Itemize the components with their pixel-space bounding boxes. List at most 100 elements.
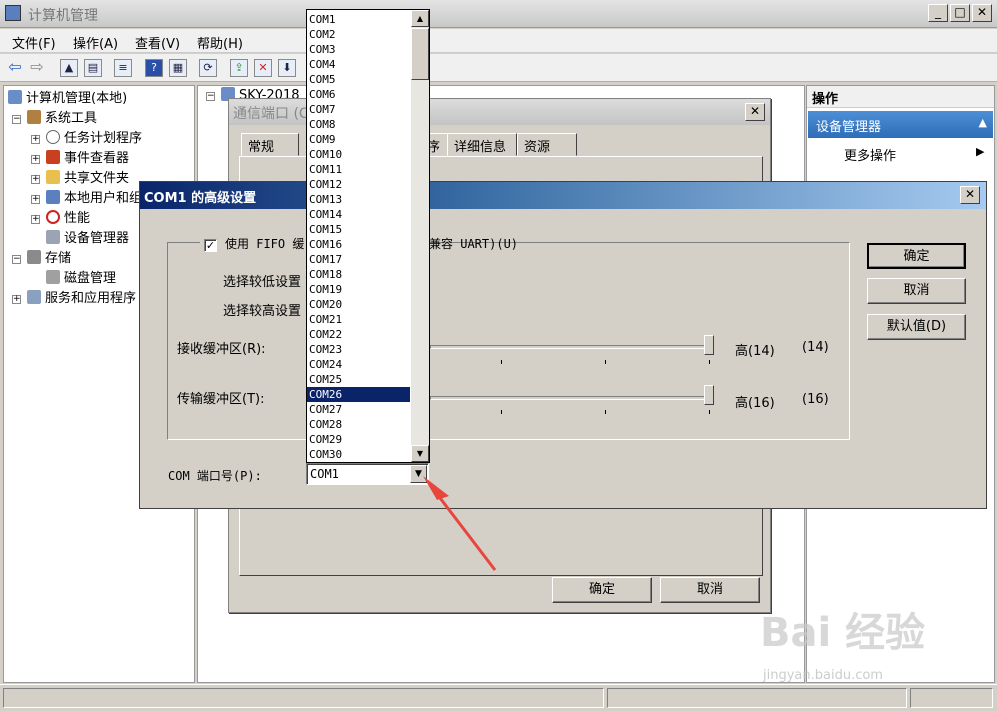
fifo-checkbox[interactable]: ✓ — [204, 239, 217, 252]
expand-icon[interactable]: + — [31, 195, 40, 204]
com-port-option[interactable]: COM10 — [307, 147, 410, 162]
adv-close-button[interactable]: ✕ — [960, 186, 980, 204]
baidu-watermark-logo: Bai 经验 — [760, 610, 926, 656]
com-port-option[interactable]: COM27 — [307, 402, 410, 417]
properties-icon[interactable]: ▦ — [169, 59, 187, 77]
dropdown-scrollbar[interactable]: ▲ ▼ — [411, 10, 429, 462]
com-port-option[interactable]: COM28 — [307, 417, 410, 432]
com-port-option[interactable]: COM20 — [307, 297, 410, 312]
tab-general[interactable]: 常规 — [241, 133, 299, 156]
transmit-buffer-tick — [605, 410, 606, 414]
menu-file[interactable]: 文件(F) — [12, 33, 56, 52]
com-port-option[interactable]: COM14 — [307, 207, 410, 222]
adv-ok-button[interactable]: 确定 — [867, 243, 966, 269]
tab-resources[interactable]: 资源 — [517, 133, 577, 156]
fifo-label-tail: 兼容 UART)(U) — [429, 237, 519, 251]
tree-item-device-manager[interactable]: 设备管理器 — [46, 227, 129, 246]
menu-help[interactable]: 帮助(H) — [197, 33, 243, 52]
forward-icon[interactable]: ⇨ — [28, 59, 46, 77]
com-port-option[interactable]: COM30 — [307, 447, 410, 462]
restore-defaults-button[interactable]: 默认值(D) — [867, 314, 966, 340]
tree-item-performance[interactable]: + 性能 — [31, 207, 90, 226]
tab-details[interactable]: 详细信息 — [447, 133, 517, 156]
tree-item-event-viewer[interactable]: + 事件查看器 — [31, 147, 129, 166]
com-port-option[interactable]: COM4 — [307, 57, 410, 72]
tree-item-shared-folders[interactable]: + 共享文件夹 — [31, 167, 129, 186]
collapse-icon[interactable]: − — [12, 115, 21, 124]
com-port-option[interactable]: COM25 — [307, 372, 410, 387]
tree-root[interactable]: 计算机管理(本地) — [8, 87, 127, 106]
collapse-icon[interactable]: − — [12, 255, 21, 264]
menu-action[interactable]: 操作(A) — [73, 33, 118, 52]
scroll-up-icon[interactable]: ▲ — [411, 10, 429, 27]
scan-hardware-icon[interactable]: ⟳ — [199, 59, 217, 77]
update-driver-icon[interactable]: ⇪ — [230, 59, 248, 77]
more-actions-link[interactable]: 更多操作 ▶ — [844, 145, 984, 164]
up-folder-icon[interactable]: ▲ — [60, 59, 78, 77]
minimize-button[interactable]: _ — [928, 4, 948, 22]
com-port-option[interactable]: COM15 — [307, 222, 410, 237]
com-port-option[interactable]: COM18 — [307, 267, 410, 282]
adv-cancel-button[interactable]: 取消 — [867, 278, 966, 304]
com-port-option[interactable]: COM2 — [307, 27, 410, 42]
chevron-right-icon: ▶ — [976, 145, 985, 158]
help-icon[interactable]: ? — [145, 59, 163, 77]
com-port-option[interactable]: COM11 — [307, 162, 410, 177]
collapse-up-icon[interactable]: ▲ — [979, 116, 987, 129]
com-port-option[interactable]: COM6 — [307, 87, 410, 102]
fifo-checkbox-row[interactable]: ✓ 使用 FIFO 缓 兼容 UART)(U) — [200, 235, 518, 252]
receive-buffer-slider[interactable] — [704, 335, 714, 355]
com-port-option[interactable]: COM16 — [307, 237, 410, 252]
collapse-icon[interactable]: − — [206, 92, 215, 101]
tree-item-task-scheduler[interactable]: + 任务计划程序 — [31, 127, 142, 146]
close-button[interactable]: ✕ — [972, 4, 992, 22]
com-port-option[interactable]: COM26 — [307, 387, 410, 402]
tree-item-disk-management[interactable]: 磁盘管理 — [46, 267, 116, 286]
uninstall-icon[interactable]: ✕ — [254, 59, 272, 77]
tree-item-storage[interactable]: − 存储 — [12, 247, 71, 266]
com-port-option[interactable]: COM3 — [307, 42, 410, 57]
show-hide-tree-icon[interactable]: ▤ — [84, 59, 102, 77]
com-port-option[interactable]: COM22 — [307, 327, 410, 342]
tree-item-system-tools[interactable]: − 系统工具 — [12, 107, 97, 126]
low-setting-hint: 选择较低设置 — [223, 275, 302, 290]
props-title: 通信端口 (C — [233, 106, 309, 122]
maximize-button[interactable]: □ — [950, 4, 970, 22]
scrollbar-thumb[interactable] — [411, 28, 429, 80]
menu-view[interactable]: 查看(V) — [135, 33, 180, 52]
expand-icon[interactable]: + — [31, 135, 40, 144]
transmit-buffer-slider[interactable] — [704, 385, 714, 405]
com-port-option[interactable]: COM5 — [307, 72, 410, 87]
actions-section-device-manager[interactable]: 设备管理器 ▲ — [808, 111, 993, 138]
com-port-option[interactable]: COM19 — [307, 282, 410, 297]
com-port-select[interactable]: COM1 ▼ — [306, 463, 429, 485]
back-icon[interactable]: ⇦ — [6, 59, 24, 77]
com-port-option[interactable]: COM21 — [307, 312, 410, 327]
com-port-option[interactable]: COM12 — [307, 177, 410, 192]
scroll-down-icon[interactable]: ▼ — [411, 445, 429, 462]
expand-icon[interactable]: + — [31, 175, 40, 184]
com-port-option[interactable]: COM23 — [307, 342, 410, 357]
props-cancel-button[interactable]: 取消 — [660, 577, 760, 603]
props-close-button[interactable]: ✕ — [745, 103, 765, 121]
com-port-option[interactable]: COM29 — [307, 432, 410, 447]
expand-icon[interactable]: + — [31, 215, 40, 224]
com-port-option[interactable]: COM24 — [307, 357, 410, 372]
com-port-option[interactable]: COM1 — [307, 12, 410, 27]
com-port-option[interactable]: COM7 — [307, 102, 410, 117]
expand-icon[interactable]: + — [12, 295, 21, 304]
com-port-option[interactable]: COM17 — [307, 252, 410, 267]
baidu-watermark-url: jingyan.baidu.com — [763, 668, 883, 683]
transmit-buffer-tick — [501, 410, 502, 414]
com-port-option[interactable]: COM13 — [307, 192, 410, 207]
expand-icon[interactable]: + — [31, 155, 40, 164]
tree-item-services-apps[interactable]: + 服务和应用程序 — [12, 287, 136, 306]
com-port-options: COM1 COM2 COM3 COM4 COM5 COM6 COM7 COM8 COM9 COM1… — [307, 12, 410, 462]
export-list-icon[interactable]: ≡ — [114, 59, 132, 77]
props-ok-button[interactable]: 确定 — [552, 577, 652, 603]
com-port-option[interactable]: COM9 — [307, 132, 410, 147]
enable-device-icon[interactable]: ⬇ — [278, 59, 296, 77]
com-port-label: COM 端口号(P): — [168, 469, 262, 483]
tree-item-local-users[interactable]: + 本地用户和组 — [31, 187, 142, 206]
com-port-option[interactable]: COM8 — [307, 117, 410, 132]
